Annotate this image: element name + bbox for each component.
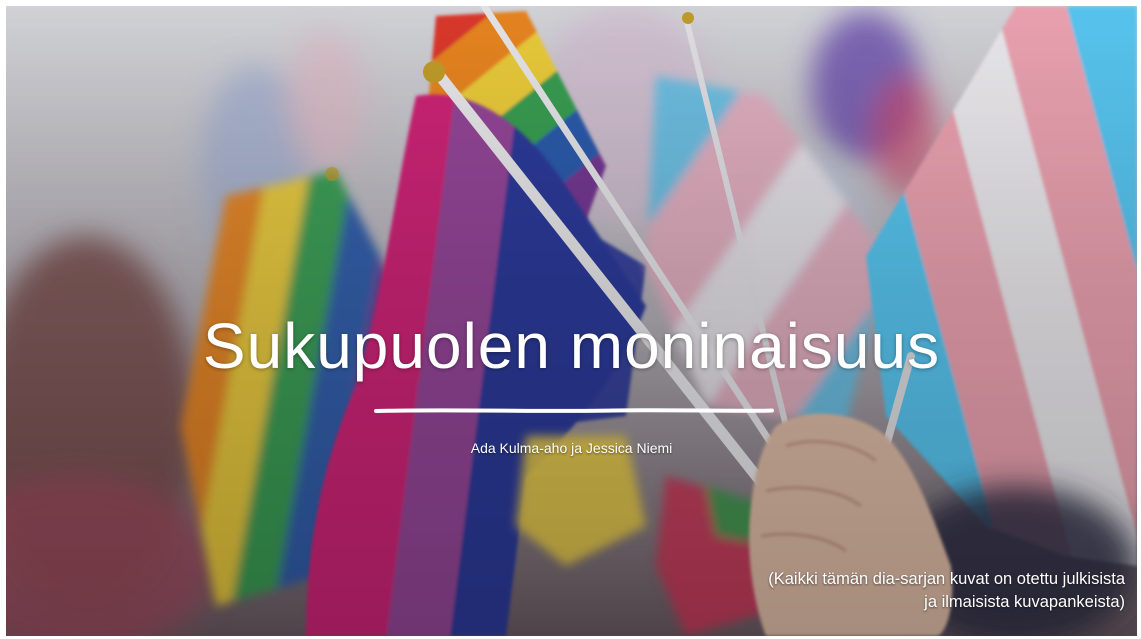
title-slide: Sukupuolen moninaisuus Ada Kulma-aho ja … xyxy=(6,6,1137,636)
image-source-note-line-2: ja ilmaisista kuvapankeista) xyxy=(924,593,1125,611)
image-source-note-line-1: (Kaikki tämän dia-sarjan kuvat on otettu… xyxy=(768,570,1125,588)
image-source-note: (Kaikki tämän dia-sarjan kuvat on otettu… xyxy=(768,568,1125,614)
slide-subtitle-authors: Ada Kulma-aho ja Jessica Niemi xyxy=(470,440,673,456)
slide-title: Sukupuolen moninaisuus xyxy=(202,310,941,382)
title-underline xyxy=(374,408,774,413)
